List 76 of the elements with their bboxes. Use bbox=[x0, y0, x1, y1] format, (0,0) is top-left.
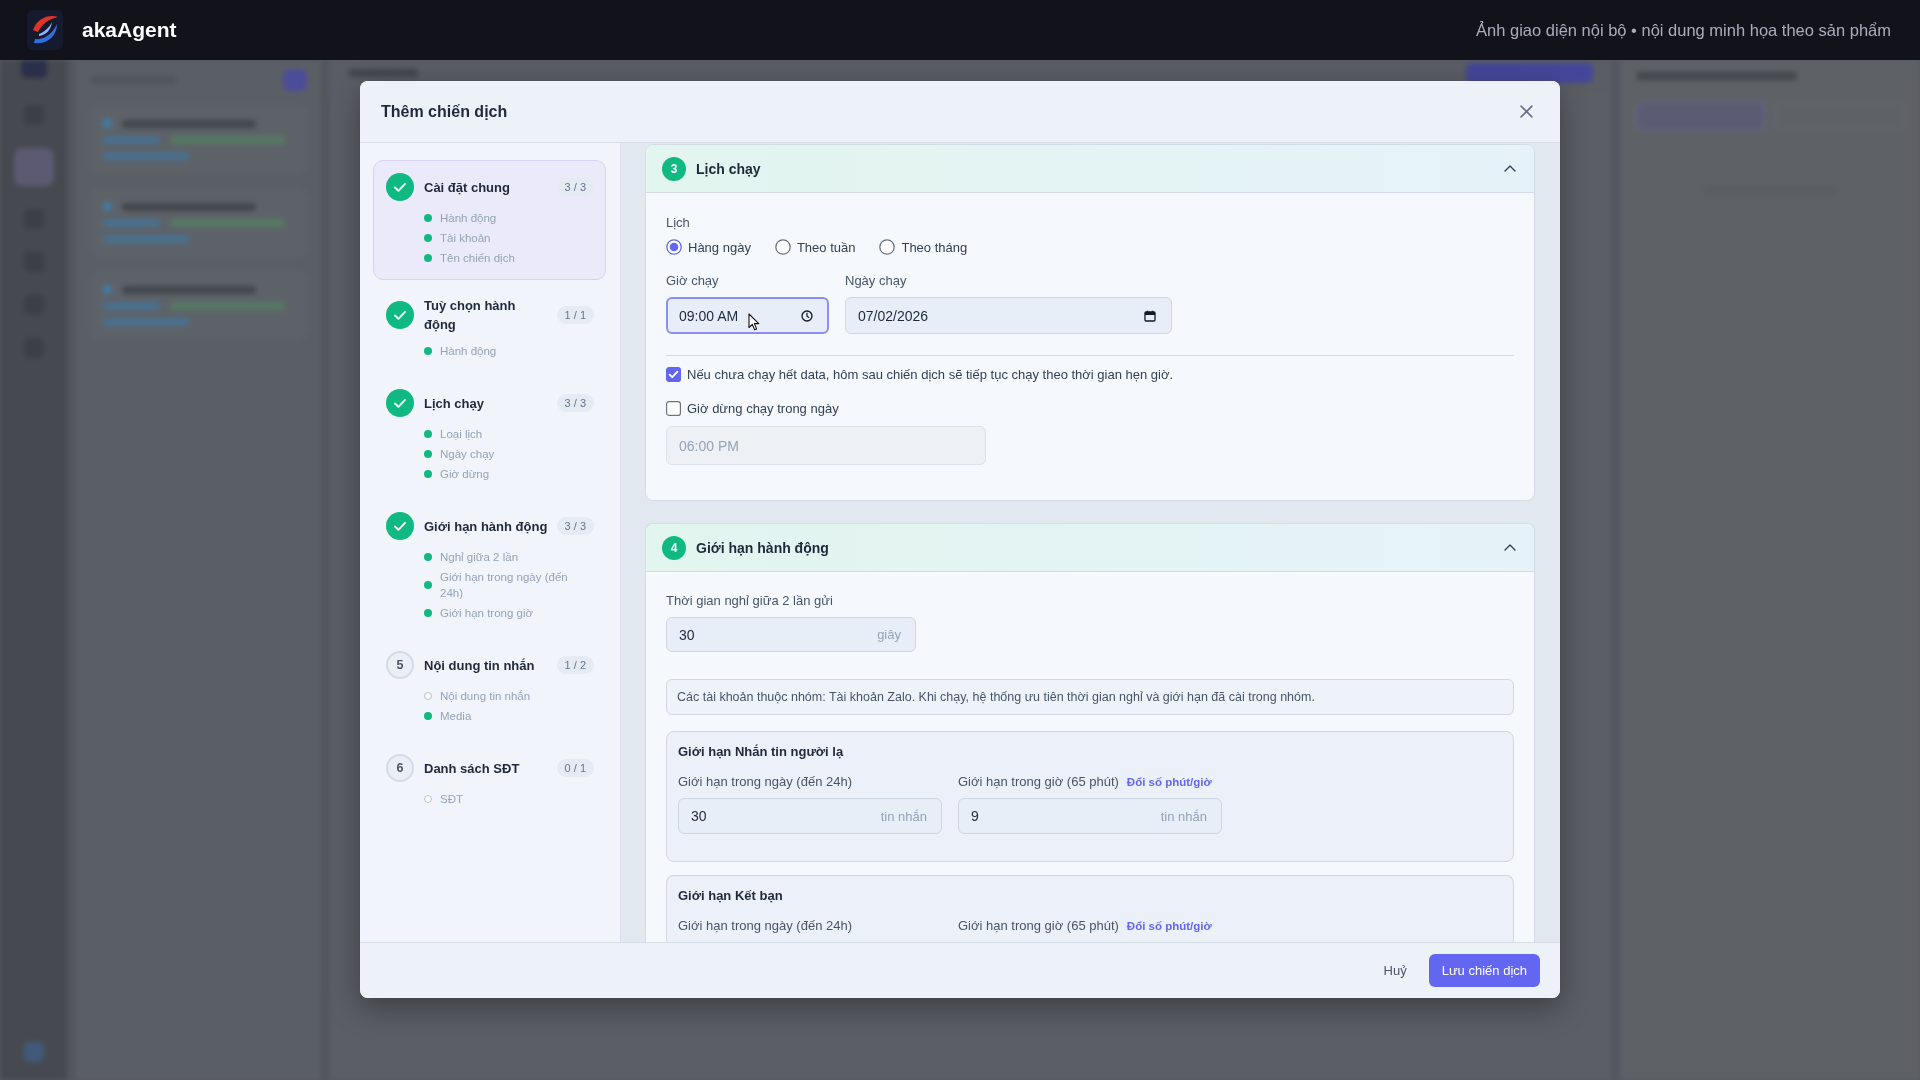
logo-icon bbox=[27, 10, 63, 50]
substep-label: Giờ dừng bbox=[440, 467, 490, 482]
step-title: Tuỳ chọn hành động bbox=[424, 297, 517, 334]
step-title: Danh sách SĐT bbox=[424, 759, 521, 778]
unit-label: giây bbox=[877, 627, 901, 642]
field-label: Giới hạn trong ngày (đến 24h) bbox=[678, 774, 853, 790]
substep-label: Nghỉ giữa 2 lần bbox=[440, 550, 519, 565]
substep-label: Hành động bbox=[440, 211, 497, 226]
time-field[interactable]: 09:00 AM bbox=[666, 297, 829, 334]
step-number: 6 bbox=[386, 754, 414, 782]
mouse-pointer-icon bbox=[748, 313, 760, 331]
step-title: Nội dung tin nhắn bbox=[424, 656, 536, 675]
step-title: Giới hạn hành động bbox=[424, 517, 549, 536]
progress-badge: 1 / 2 bbox=[556, 656, 594, 674]
radio-option[interactable]: Theo tuần bbox=[774, 239, 856, 255]
brand-name: akaAgent bbox=[82, 18, 177, 42]
field-label: Ngày chạy bbox=[845, 273, 907, 289]
substep-label: Giới hạn trong ngày (đến 24h) bbox=[440, 570, 569, 601]
radio-option[interactable]: Hàng ngày bbox=[666, 239, 751, 255]
dialog-title: Thêm chiến dịch bbox=[381, 102, 508, 121]
field-label: Thời gian nghỉ giữa 2 lần gửi bbox=[666, 593, 834, 609]
cancel-button[interactable]: Huỷ bbox=[1371, 955, 1419, 986]
checkbox-option[interactable]: Nếu chưa chạy hết data, hôm sau chiến dịch sẽ tiếp tục chạy theo thời gian hẹn giờ. bbox=[666, 364, 1174, 384]
change-unit-link[interactable]: Đổi số phút/giờ bbox=[1126, 920, 1212, 932]
step-item[interactable]: 5 Nội dung tin nhắn 1 / 2 Nội dung tin nhắn Media bbox=[373, 638, 606, 738]
section-number: 3 bbox=[662, 156, 686, 181]
progress-badge: 3 / 3 bbox=[556, 178, 594, 196]
section-title: Lịch chạy bbox=[696, 160, 761, 177]
section-header[interactable]: 3 Lịch chạy bbox=[646, 145, 1534, 193]
checkbox-option[interactable]: Giờ dừng chạy trong ngày bbox=[666, 398, 839, 418]
group-title: Giới hạn Kết bạn bbox=[678, 887, 783, 905]
field-label: Giờ chạy bbox=[666, 273, 719, 289]
group-title: Giới hạn Nhắn tin người lạ bbox=[678, 743, 844, 761]
number-field[interactable]: 9 tin nhắn bbox=[958, 798, 1222, 834]
unit-label: tin nhắn bbox=[1160, 808, 1207, 824]
close-button[interactable] bbox=[1520, 105, 1533, 118]
substep-label: Giới hạn trong giờ bbox=[440, 606, 534, 621]
clock-icon bbox=[801, 309, 813, 322]
date-field[interactable]: 07/02/2026 bbox=[845, 297, 1172, 334]
step-title: Lịch chạy bbox=[424, 394, 485, 413]
substep-label: Tài khoản bbox=[440, 231, 491, 246]
substep-label: Media bbox=[440, 709, 472, 724]
number-field[interactable]: 30 tin nhắn bbox=[678, 798, 942, 834]
substep-label: Ngày chạy bbox=[440, 447, 495, 462]
substep-label: Loại lịch bbox=[440, 427, 483, 442]
step-item[interactable]: Cài đặt chung 3 / 3 Hành động Tài khoản Tên chiến dịch bbox=[373, 160, 606, 280]
substep-label: Hành động bbox=[440, 344, 497, 359]
progress-badge: 1 / 1 bbox=[556, 306, 594, 324]
notice-text: Ảnh giao diện nội bộ • nội dung minh họa theo sản phẩm bbox=[1476, 20, 1891, 40]
save-button[interactable]: Lưu chiến dịch bbox=[1428, 954, 1540, 987]
number-field[interactable]: 30 giây bbox=[666, 617, 916, 652]
section-number: 4 bbox=[662, 535, 686, 560]
info-note: Các tài khoản thuộc nhóm: Tài khoản Zalo. Khi chạy, hệ thống ưu tiên thời gian nghỉ và giới hạn đã cài trong nhóm. bbox=[666, 679, 1514, 715]
unit-label: tin nhắn bbox=[880, 808, 927, 824]
field-label: Giới hạn trong giờ (65 phút) bbox=[958, 918, 1119, 934]
progress-badge: 3 / 3 bbox=[556, 517, 594, 535]
progress-badge: 0 / 1 bbox=[556, 759, 594, 777]
field-label: Giới hạn trong ngày (đến 24h) bbox=[678, 918, 853, 934]
step-item[interactable]: Tuỳ chọn hành động 1 / 1 Hành động bbox=[373, 283, 606, 373]
substep-label: Nội dung tin nhắn bbox=[440, 689, 531, 704]
calendar-icon bbox=[1144, 309, 1156, 322]
substep-label: SĐT bbox=[440, 792, 463, 807]
field-label: Giới hạn trong giờ (65 phút) bbox=[958, 774, 1119, 790]
radio-option[interactable]: Theo tháng bbox=[879, 239, 968, 255]
step-item[interactable]: Giới hạn hành động 3 / 3 Nghỉ giữa 2 lần Giới hạn trong ngày (đến 24h) Giới hạn trong giờ bbox=[373, 499, 606, 635]
field-label: Lịch bbox=[666, 215, 690, 231]
step-title: Cài đặt chung bbox=[424, 178, 511, 197]
step-item[interactable]: 6 Danh sách SĐT 0 / 1 SĐT bbox=[373, 741, 606, 821]
close-icon bbox=[1520, 105, 1533, 118]
section-title: Giới hạn hành động bbox=[696, 539, 829, 556]
section-header[interactable]: 4 Giới hạn hành động bbox=[646, 524, 1534, 572]
change-unit-link[interactable]: Đổi số phút/giờ bbox=[1126, 776, 1212, 788]
step-item[interactable]: Lịch chạy 3 / 3 Loại lịch Ngày chạy Giờ dừng bbox=[373, 376, 606, 496]
progress-badge: 3 / 3 bbox=[556, 394, 594, 412]
substep-label: Tên chiến dịch bbox=[440, 251, 515, 266]
step-number: 5 bbox=[386, 651, 414, 679]
